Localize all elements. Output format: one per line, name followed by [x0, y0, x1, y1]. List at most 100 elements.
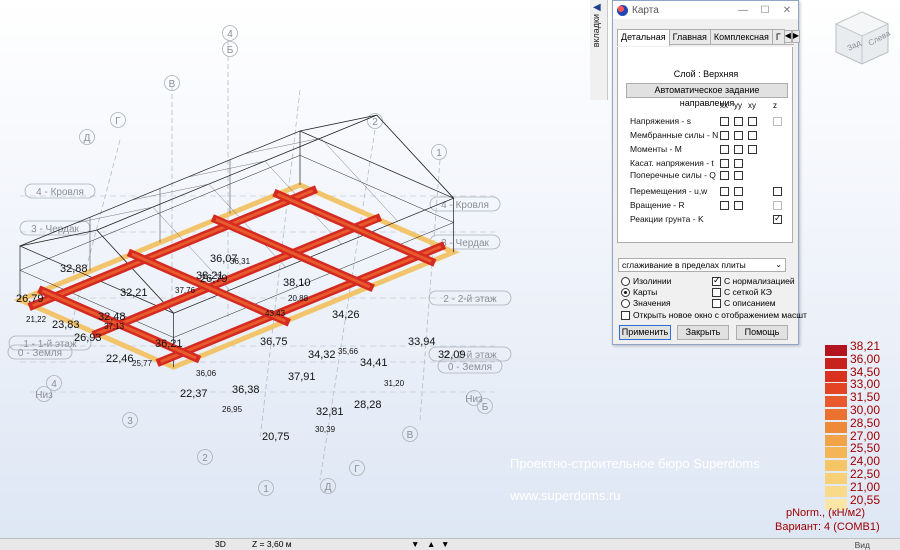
watermark-url: www.superdoms.ru: [510, 488, 621, 503]
value-label: 25,77: [132, 359, 153, 368]
result-checkbox[interactable]: [748, 131, 757, 140]
grid-tag-label: 4 - Кровля: [36, 187, 84, 198]
grid-tag-label: 1: [436, 148, 442, 159]
radio-maps-dot[interactable]: [621, 287, 630, 297]
value-label: 26,93: [74, 332, 102, 344]
result-checkbox: [773, 117, 782, 126]
value-label: 33,94: [408, 336, 436, 348]
result-checkbox[interactable]: [720, 187, 729, 196]
value-label: 23,83: [52, 319, 80, 331]
result-checkbox[interactable]: [748, 117, 757, 126]
result-row-label: Перемещения - u,w: [630, 186, 708, 196]
result-checkbox[interactable]: [734, 131, 743, 140]
grid-tag-label: 3: [127, 416, 133, 427]
check-fe-mesh[interactable]: С сеткой КЭ: [712, 287, 772, 297]
legend-swatch: [825, 447, 847, 459]
result-checkbox[interactable]: [720, 159, 729, 168]
value-label: 30,39: [315, 425, 336, 434]
smoothing-value: сглаживание в пределах плиты: [622, 260, 746, 270]
result-row-label: Касат. напряжения - t: [630, 158, 714, 168]
roof-edge: [299, 114, 377, 132]
check-normalization[interactable]: С нормализацией: [712, 275, 795, 286]
result-checkbox[interactable]: [734, 201, 743, 210]
scroll-up-icon[interactable]: ▲: [427, 539, 435, 550]
value-label: 36,31: [230, 257, 251, 266]
result-checkbox[interactable]: [720, 201, 729, 210]
value-label: 35,66: [338, 347, 359, 356]
value-label: 20,88: [288, 294, 309, 303]
watermark-company: Проектно-строительное бюро Superdoms: [510, 456, 760, 471]
legend-swatch: [825, 370, 847, 382]
result-row-label: Реакции грунта - K: [630, 214, 704, 224]
tab-scroll-left-icon[interactable]: ◀: [783, 30, 792, 43]
value-label: 34,41: [360, 357, 388, 369]
grid-tag-label: Г: [354, 464, 360, 475]
result-checkbox: [773, 201, 782, 210]
layer-label: Слой : Верхняя: [673, 69, 739, 79]
grid-tag-label: Д: [84, 133, 91, 144]
view-cube[interactable]: Зад Слева: [832, 8, 892, 68]
grid-tag-label: 1: [263, 484, 269, 495]
side-tab-strip[interactable]: ◀ вкладки: [590, 0, 608, 100]
dialog-tabs: Детальная Главная Комплексная Г ◀ ▶: [617, 29, 801, 46]
close-icon[interactable]: ✕: [776, 5, 798, 16]
result-checkbox[interactable]: [734, 187, 743, 196]
legend-unit: pNorm., (кН/м2): [786, 507, 865, 519]
value-label: 20,75: [262, 431, 290, 443]
result-checkbox[interactable]: [720, 131, 729, 140]
value-label: 32,81: [316, 406, 344, 418]
scroll-down-2-icon[interactable]: ▼: [441, 539, 449, 550]
tab-detailed[interactable]: Детальная: [617, 29, 670, 46]
result-checkbox[interactable]: [720, 117, 729, 126]
grid-tag-label: 0 - Земля: [448, 362, 492, 373]
result-checkbox[interactable]: [734, 145, 743, 154]
value-label: 37,13: [104, 322, 125, 331]
check-normalization-box[interactable]: [712, 275, 721, 286]
smoothing-select[interactable]: сглаживание в пределах плиты ⌄: [618, 258, 786, 272]
radio-values-dot[interactable]: [621, 298, 630, 308]
grid-tag-label: 4: [51, 379, 57, 390]
scroll-down-icon[interactable]: ▼: [411, 539, 419, 550]
radio-isolines-dot[interactable]: [621, 276, 630, 286]
result-checkbox[interactable]: [720, 145, 729, 154]
close-button[interactable]: Закрыть: [677, 325, 729, 340]
minimize-icon[interactable]: —: [732, 5, 754, 16]
maximize-icon[interactable]: ☐: [754, 5, 776, 16]
radio-isolines[interactable]: Изолинии: [621, 276, 671, 286]
check-new-window-box[interactable]: [621, 310, 630, 320]
check-description[interactable]: С описанием: [712, 298, 776, 308]
check-new-window[interactable]: Открыть новое окно с отображением масшт: [621, 310, 807, 320]
result-checkbox[interactable]: [773, 187, 782, 196]
check-fe-mesh-box[interactable]: [712, 287, 721, 297]
value-label: 21,22: [26, 315, 47, 324]
grid-tag-label: 4 - Кровля: [441, 200, 489, 211]
help-button[interactable]: Помощь: [736, 325, 788, 340]
arrow-left-icon[interactable]: ◀: [593, 2, 601, 13]
radio-values[interactable]: Значения: [621, 298, 671, 308]
result-checkbox[interactable]: [720, 171, 729, 180]
check-description-box[interactable]: [712, 298, 721, 308]
result-checkbox[interactable]: [734, 117, 743, 126]
legend-swatch: [825, 383, 847, 395]
radio-maps[interactable]: Карты: [621, 287, 657, 297]
tab-complex[interactable]: Комплексная: [709, 29, 773, 44]
tab-main[interactable]: Главная: [668, 29, 711, 44]
detail-panel: Слой : Верхняя Автоматическое задание на…: [617, 47, 793, 243]
grid-tag-label: Б: [227, 45, 234, 56]
tab-scroll-right-icon[interactable]: ▶: [791, 30, 801, 43]
side-tab-label[interactable]: вкладки: [591, 14, 601, 47]
apply-button[interactable]: Применить: [619, 325, 671, 340]
auto-direction-button[interactable]: Автоматическое задание направления: [626, 83, 788, 108]
column-header-yy: yy: [734, 101, 742, 110]
grid-tag-label: 3 - Чердак: [31, 224, 79, 235]
grid-tag-label: Низ: [35, 390, 53, 401]
check-fe-mesh-label: С сеткой КЭ: [724, 287, 772, 297]
result-checkbox[interactable]: [734, 159, 743, 168]
value-label: 32,09: [438, 349, 466, 361]
status-z-level: Z = 3,60 м: [252, 539, 292, 549]
column-header-xx: xx: [720, 101, 728, 110]
result-checkbox[interactable]: [748, 145, 757, 154]
dialog-titlebar[interactable]: Карта — ☐ ✕: [613, 1, 798, 19]
result-checkbox[interactable]: [734, 171, 743, 180]
result-checkbox[interactable]: [773, 213, 782, 224]
